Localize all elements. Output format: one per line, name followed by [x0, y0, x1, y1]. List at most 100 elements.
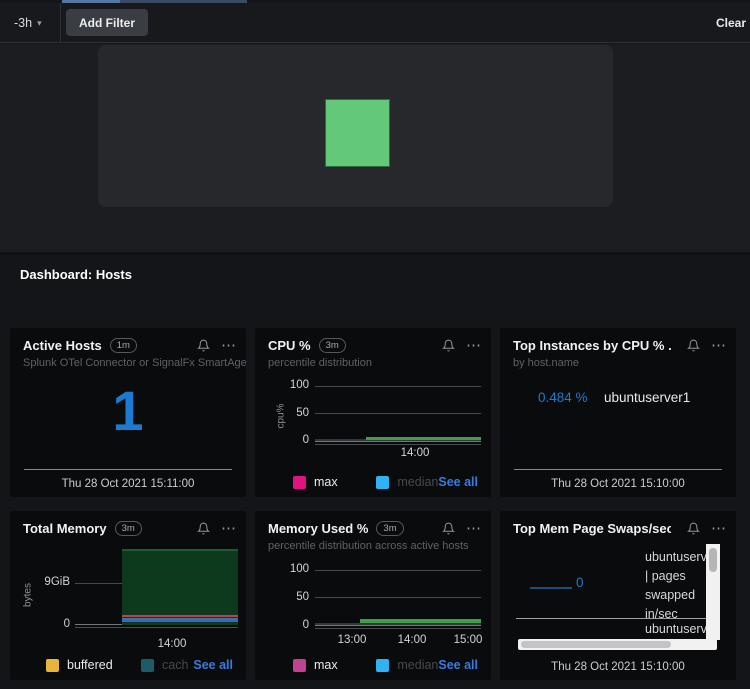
- card-top-instances-cpu: Top Instances by CPU % ... ⋯ by host.nam…: [500, 328, 736, 497]
- bell-icon[interactable]: [442, 522, 455, 535]
- more-options-icon[interactable]: ⋯: [466, 340, 481, 352]
- legend-item-max[interactable]: max: [293, 475, 376, 489]
- memory-used-chart-plot[interactable]: [315, 570, 481, 626]
- card-top-mem-page-swaps: Top Mem Page Swaps/sec ... ⋯ 0 ubuntuser…: [500, 511, 736, 680]
- card-footer: Thu 28 Oct 2021 15:11:00: [10, 469, 246, 490]
- chart-legend: max median See all: [293, 475, 478, 489]
- host-status-square[interactable]: [325, 99, 390, 167]
- see-all-link[interactable]: See all: [193, 658, 233, 672]
- metric-name-rows: ubuntuserv | pages swapped in/sec: [645, 548, 707, 624]
- map-section: [0, 44, 750, 255]
- chart-line: [122, 615, 238, 617]
- card-title: Top Instances by CPU % ...: [513, 338, 671, 353]
- screen: -3h ▾ Add Filter Clear Dashboard: Hosts …: [0, 0, 750, 689]
- legend-swatch: [293, 476, 306, 489]
- card-title: CPU %: [268, 338, 311, 353]
- metric-name-line: | pages: [645, 567, 707, 586]
- card-memory-used-percent: Memory Used % 3m ⋯ percentile distributi…: [255, 511, 491, 680]
- y-tick: 100: [277, 563, 309, 575]
- resolution-chip: 3m: [115, 521, 142, 536]
- metric-name-line: ubuntuserv: [645, 622, 707, 636]
- bell-icon[interactable]: [197, 339, 210, 352]
- card-footer: Thu 28 Oct 2021 15:10:00: [500, 661, 736, 673]
- card-title: Top Mem Page Swaps/sec ...: [513, 521, 671, 536]
- vertical-scrollbar-thumb[interactable]: [709, 548, 717, 572]
- gridline: [315, 570, 481, 571]
- chart-legend: buffered cach See all: [46, 658, 233, 672]
- y-tick: 0: [277, 619, 309, 631]
- legend-item-median[interactable]: median: [376, 475, 438, 489]
- card-total-memory: Total Memory 3m ⋯ bytes 9GiB 0 14:00: [10, 511, 246, 680]
- footer-timestamp: Thu 28 Oct 2021 15:10:00: [500, 478, 736, 490]
- see-all-link[interactable]: See all: [438, 658, 478, 672]
- bell-icon[interactable]: [442, 339, 455, 352]
- swaps-value: 0: [576, 575, 584, 590]
- list-row-separator: [516, 618, 706, 619]
- legend-item-cached[interactable]: cach: [141, 658, 188, 672]
- chart-legend: max median See all: [293, 658, 478, 672]
- see-all-link[interactable]: See all: [438, 475, 478, 489]
- chart-line: [122, 549, 238, 551]
- more-options-icon[interactable]: ⋯: [221, 523, 236, 535]
- more-options-icon[interactable]: ⋯: [711, 523, 726, 535]
- legend-label: median: [397, 475, 438, 489]
- card-title: Memory Used %: [268, 521, 368, 536]
- dashboard-heading: Dashboard: Hosts: [20, 267, 132, 282]
- legend-swatch: [46, 659, 59, 672]
- y-tick: 50: [277, 591, 309, 603]
- x-tick: 13:00: [330, 634, 374, 646]
- chart-line: [366, 437, 481, 440]
- bell-icon[interactable]: [687, 339, 700, 352]
- x-tick: 14:00: [390, 634, 434, 646]
- legend-swatch: [376, 659, 389, 672]
- chart-line: [122, 620, 238, 622]
- memory-chart-plot[interactable]: [75, 545, 238, 625]
- time-range-label: -3h: [14, 16, 32, 30]
- footer-timestamp: Thu 28 Oct 2021 15:10:00: [500, 661, 736, 673]
- card-subtitle: Splunk OTel Connector or SignalFx SmartA…: [10, 354, 246, 369]
- heatmap-panel: [98, 45, 613, 207]
- resolution-chip: 3m: [319, 338, 346, 353]
- y-tick: 50: [277, 407, 309, 419]
- x-tick: 14:00: [393, 447, 437, 459]
- resolution-chip: 3m: [376, 521, 403, 536]
- x-tick: 15:00: [446, 634, 490, 646]
- gridline: [315, 597, 481, 598]
- horizontal-scrollbar[interactable]: [518, 639, 717, 650]
- chart-line: [360, 619, 481, 623]
- y-tick: 0: [277, 434, 309, 446]
- bell-icon[interactable]: [687, 522, 700, 535]
- metric-name-line: swapped: [645, 586, 707, 605]
- instance-row[interactable]: 0.484 % ubuntuserver1: [500, 390, 736, 406]
- legend-swatch: [376, 476, 389, 489]
- cpu-chart-plot[interactable]: [315, 386, 481, 442]
- footer-separator: [24, 469, 232, 470]
- legend-item-median[interactable]: median: [376, 658, 438, 672]
- cpu-percent-value: 0.484 %: [538, 390, 588, 405]
- footer-timestamp: Thu 28 Oct 2021 15:11:00: [10, 478, 246, 490]
- card-subtitle: percentile distribution across active ho…: [255, 537, 491, 552]
- legend-item-buffered[interactable]: buffered: [46, 658, 141, 672]
- legend-label: buffered: [67, 658, 113, 672]
- chart-line: [315, 623, 481, 625]
- more-options-icon[interactable]: ⋯: [221, 340, 236, 352]
- chevron-down-icon: ▾: [37, 18, 42, 29]
- resolution-chip: 1m: [110, 338, 137, 353]
- dashboard-section: Dashboard: Hosts Active Hosts 1m ⋯ Splun…: [0, 258, 750, 689]
- card-title: Active Hosts: [23, 338, 102, 353]
- active-hosts-value: 1: [10, 378, 246, 443]
- vertical-scrollbar[interactable]: [706, 544, 720, 640]
- more-options-icon[interactable]: ⋯: [466, 523, 481, 535]
- y-tick: 100: [277, 379, 309, 391]
- time-range-picker[interactable]: -3h ▾: [14, 3, 42, 43]
- chart-area: [122, 551, 238, 625]
- clear-button[interactable]: Clear: [716, 3, 746, 43]
- x-tick: 14:00: [150, 638, 194, 650]
- legend-label: cach: [162, 658, 188, 672]
- legend-item-max[interactable]: max: [293, 658, 376, 672]
- more-options-icon[interactable]: ⋯: [711, 340, 726, 352]
- add-filter-button[interactable]: Add Filter: [66, 9, 148, 36]
- bell-icon[interactable]: [197, 522, 210, 535]
- sparkline: [530, 587, 572, 589]
- horizontal-scrollbar-thumb[interactable]: [521, 641, 671, 648]
